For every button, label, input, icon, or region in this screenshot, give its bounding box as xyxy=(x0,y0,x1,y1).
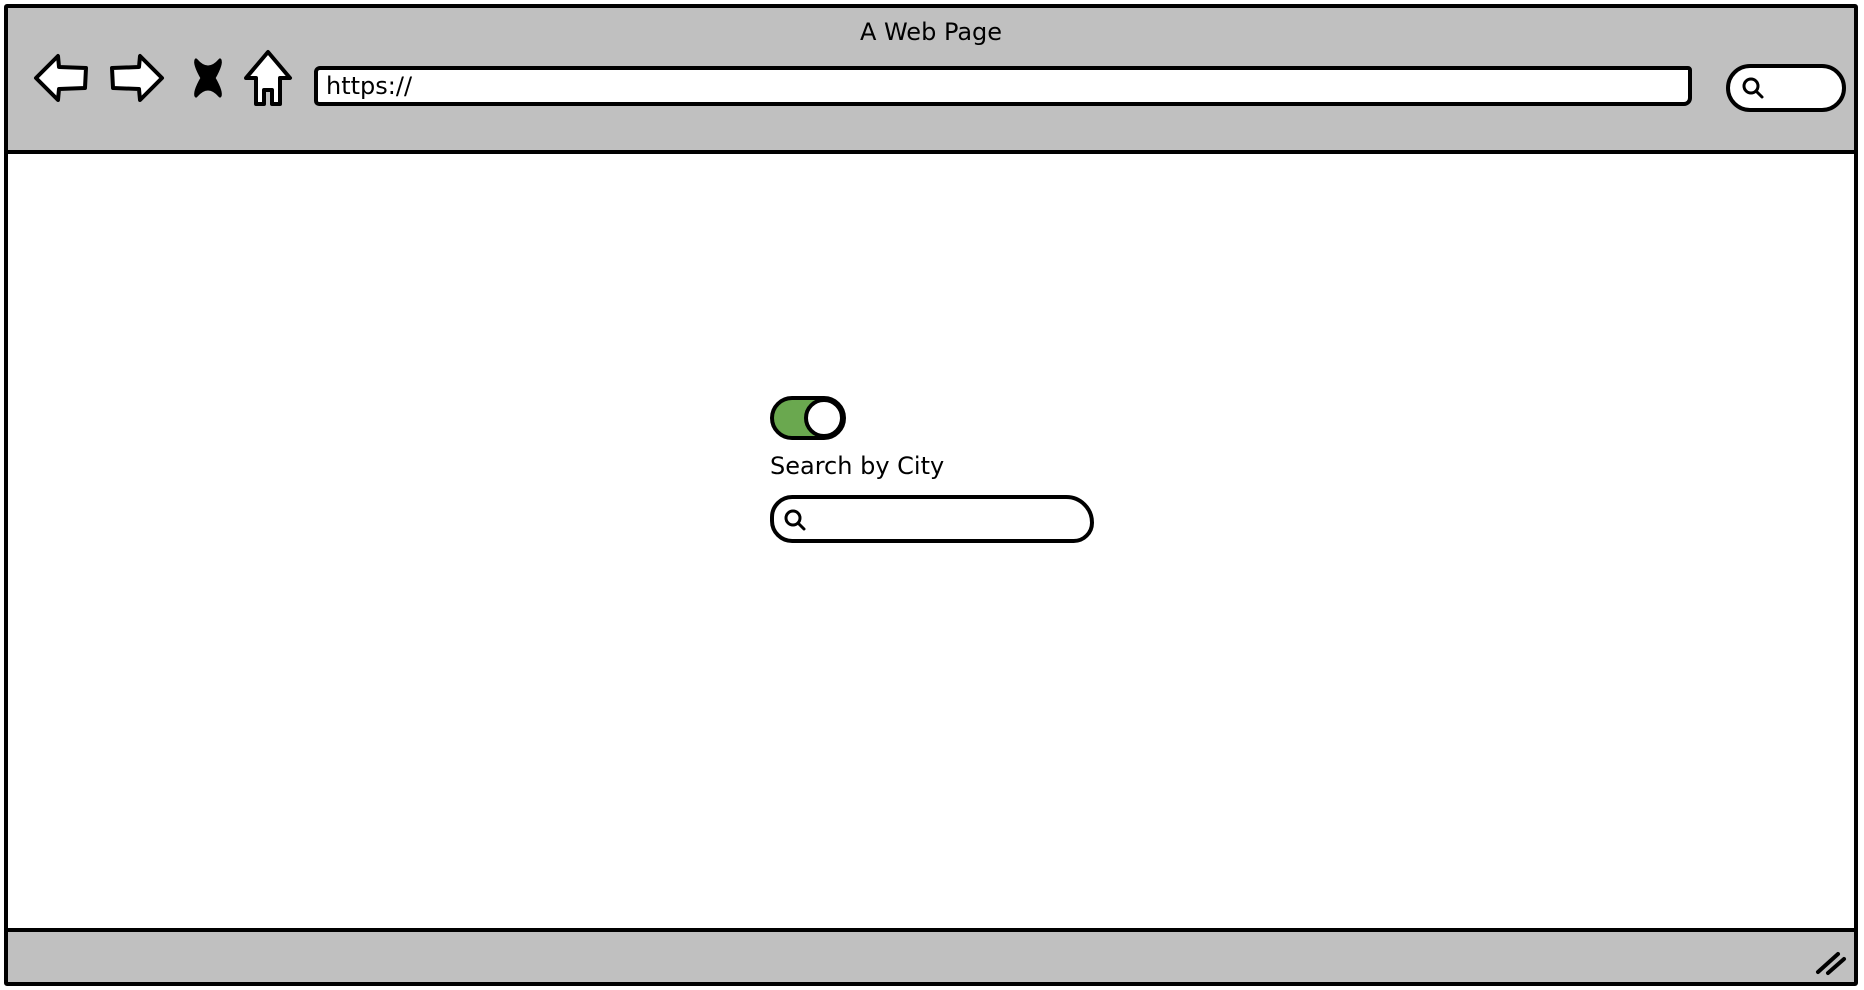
resize-grip-icon[interactable] xyxy=(1814,946,1848,976)
browser-search-field[interactable] xyxy=(1726,64,1846,112)
status-bar xyxy=(8,928,1854,982)
page-content xyxy=(8,154,1854,932)
home-button[interactable] xyxy=(238,48,298,108)
toggle-knob xyxy=(804,398,844,438)
back-arrow-icon xyxy=(34,54,88,102)
city-search-field[interactable] xyxy=(770,495,1094,543)
search-by-city-label: Search by City xyxy=(770,452,945,480)
stop-button[interactable] xyxy=(178,48,238,108)
home-icon xyxy=(244,50,292,106)
stop-x-icon xyxy=(194,58,222,98)
browser-toolbar: A Web Page https:// xyxy=(8,8,1854,154)
forward-button[interactable] xyxy=(106,48,166,108)
forward-arrow-icon xyxy=(110,54,164,102)
city-search-input[interactable] xyxy=(816,505,1080,535)
search-mode-toggle[interactable] xyxy=(770,396,846,440)
back-button[interactable] xyxy=(32,48,92,108)
search-icon xyxy=(784,509,806,531)
search-icon xyxy=(1742,77,1764,99)
window-title: A Web Page xyxy=(859,18,1003,46)
address-bar[interactable]: https:// xyxy=(314,66,1692,106)
